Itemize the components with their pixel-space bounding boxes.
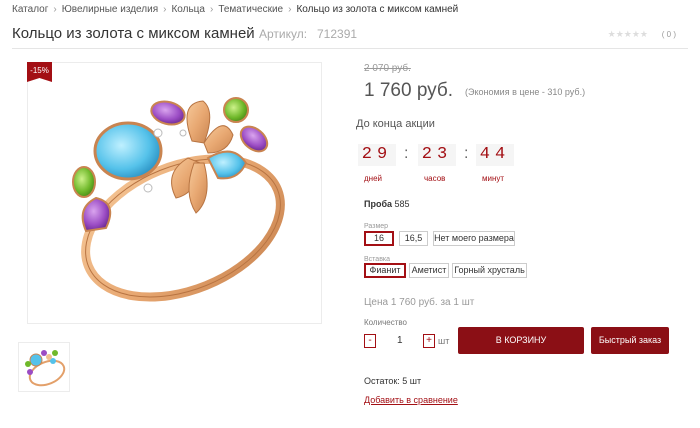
old-price: 2 070 руб. (364, 63, 411, 74)
article-value: 712391 (317, 27, 358, 41)
breadcrumb-current: Кольцо из золота с миксом камней (296, 4, 459, 15)
breadcrumb-separator: › (53, 4, 57, 15)
quantity-plus-button[interactable]: + (423, 334, 435, 348)
breadcrumb-jewelry[interactable]: Ювелирные изделия (62, 4, 158, 15)
article-label: Артикул: (259, 27, 308, 41)
timer-colon: : (464, 145, 469, 162)
savings-text: (Экономия в цене - 310 руб.) (465, 87, 586, 97)
breadcrumb-separator: › (163, 4, 167, 15)
size-label: Размер (364, 223, 389, 230)
quick-order-button[interactable]: Быстрый заказ (591, 327, 669, 354)
breadcrumb-separator: › (209, 4, 214, 15)
add-to-compare-link[interactable]: Добавить в сравнение (364, 395, 458, 405)
proba-label: Проба (364, 199, 393, 209)
add-to-cart-button[interactable]: В КОРЗИНУ (458, 327, 584, 354)
proba: Проба 585 (364, 199, 410, 209)
breadcrumb-rings[interactable]: Кольца (171, 4, 205, 15)
breadcrumb-separator: › (288, 4, 292, 15)
size-option-none[interactable]: Нет моего размера (433, 231, 515, 246)
quantity-unit: шт (438, 336, 450, 346)
stock-text: Остаток: 5 шт (364, 376, 422, 386)
ring-illustration (72, 97, 285, 302)
quantity-minus-button[interactable]: - (364, 334, 376, 348)
insert-label: Вставка (364, 256, 391, 263)
rating-stars[interactable]: ★★★★★ (608, 29, 648, 40)
product-image[interactable] (27, 62, 322, 324)
current-price: 1 760 руб. (364, 80, 454, 101)
breadcrumb-catalog[interactable]: Каталог (12, 4, 48, 15)
timer-hours-label: часов (424, 174, 446, 183)
insert-option-fianit[interactable]: Фианит (364, 263, 406, 278)
unit-price: Цена 1 760 руб. за 1 шт (364, 297, 475, 308)
timer-days: 29 (358, 144, 396, 166)
rating-count: ( 0 ) (661, 30, 676, 39)
breadcrumb-thematic[interactable]: Тематические (218, 4, 283, 15)
size-option-16-5[interactable]: 16,5 (399, 231, 428, 246)
insert-option-amethyst[interactable]: Аметист (409, 263, 449, 278)
timer-hours: 23 (418, 144, 456, 166)
timer-minutes: 44 (476, 144, 514, 166)
quantity-input[interactable]: 1 (397, 335, 403, 346)
proba-value: 585 (394, 199, 410, 209)
thumbnail-image[interactable] (18, 342, 70, 392)
timer-colon: : (404, 145, 409, 162)
timer-minutes-label: минут (482, 174, 505, 183)
ring-thumbnail-illustration (25, 350, 66, 387)
divider (12, 48, 688, 49)
insert-option-rock-crystal[interactable]: Горный хрусталь (452, 263, 527, 278)
size-option-16[interactable]: 16 (364, 231, 394, 246)
page-title: Кольцо из золота с миксом камней (12, 25, 255, 42)
quantity-label: Количество (364, 318, 407, 327)
title-row: Кольцо из золота с миксом камней Артикул… (12, 25, 688, 47)
promo-label: До конца акции (356, 118, 435, 130)
timer-days-label: дней (364, 174, 383, 183)
breadcrumb: Каталог › Ювелирные изделия › Кольца › Тематич… (12, 4, 458, 15)
